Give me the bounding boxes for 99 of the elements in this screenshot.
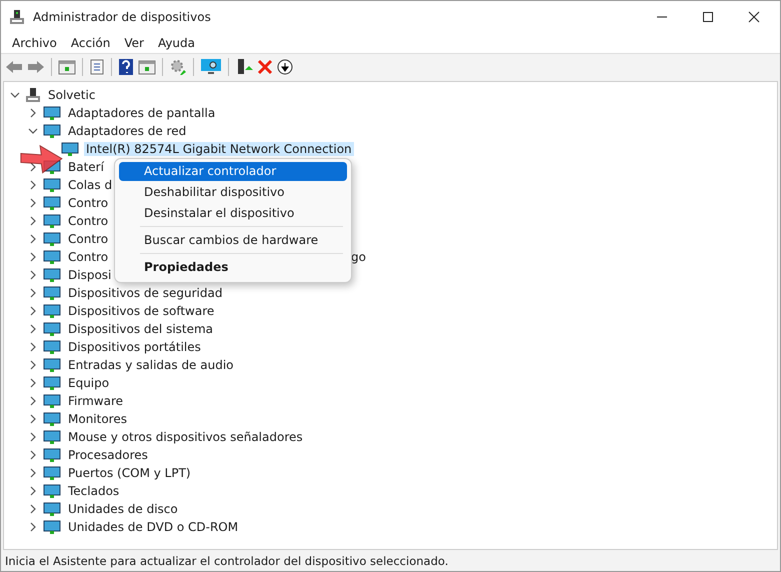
expander-icon[interactable] [28, 396, 38, 406]
device-icon [43, 375, 61, 391]
computer-icon [25, 87, 41, 103]
expander-icon[interactable] [28, 360, 38, 370]
expander-icon[interactable] [28, 432, 38, 442]
expander-icon[interactable] [28, 216, 38, 226]
expander-icon[interactable] [28, 180, 38, 190]
download-icon[interactable] [277, 59, 293, 75]
tree-item[interactable]: Monitores [66, 412, 129, 426]
expander-icon[interactable] [28, 234, 38, 244]
expander-icon[interactable] [28, 198, 38, 208]
device-icon [43, 393, 61, 409]
device-icon [43, 303, 61, 319]
device-icon [43, 213, 61, 229]
tree-item[interactable]: Entradas y salidas de audio [66, 358, 236, 372]
tree-item[interactable]: Dispositivos del sistema [66, 322, 216, 336]
device-icon [43, 123, 61, 139]
context-menu-item[interactable]: Desinstalar el dispositivo [119, 204, 347, 223]
forward-arrow-icon[interactable] [27, 59, 45, 75]
close-icon[interactable] [748, 11, 760, 23]
window-pane-icon[interactable] [138, 59, 156, 75]
menu-item[interactable]: Ayuda [150, 36, 202, 50]
device-icon [43, 411, 61, 427]
tree-item[interactable]: Dispositivos portátiles [66, 340, 203, 354]
device-icon [43, 465, 61, 481]
context-menu-item[interactable]: Propiedades [119, 258, 347, 277]
monitor-search-icon[interactable] [200, 58, 222, 76]
device-add-icon[interactable] [235, 58, 253, 76]
expander-icon[interactable] [28, 108, 38, 118]
tree-item[interactable]: Firmware [66, 394, 125, 408]
tree-item[interactable]: Unidades de DVD o CD-ROM [66, 520, 240, 534]
window-title: Administrador de dispositivos [33, 10, 211, 24]
device-icon [43, 339, 61, 355]
tree-item[interactable]: Procesadores [66, 448, 150, 462]
expander-icon[interactable] [28, 504, 38, 514]
expander-icon[interactable] [28, 450, 38, 460]
device-icon [43, 195, 61, 211]
gear-icon[interactable] [169, 58, 187, 76]
device-icon [43, 447, 61, 463]
expander-icon[interactable] [28, 162, 38, 172]
expander-icon[interactable] [28, 342, 38, 352]
tree-item[interactable]: Solvetic [46, 88, 98, 102]
menu-item[interactable]: Ver [117, 36, 151, 50]
tree-item[interactable]: Contro [66, 250, 110, 264]
context-menu-item[interactable]: Deshabilitar dispositivo [119, 183, 347, 202]
tree-item[interactable]: Adaptadores de pantalla [66, 106, 218, 120]
device-icon [43, 429, 61, 445]
device-icon [43, 177, 61, 193]
device-icon [43, 501, 61, 517]
context-menu-item[interactable]: Actualizar controlador [119, 162, 347, 181]
device-icon [43, 519, 61, 535]
back-arrow-icon[interactable] [5, 59, 23, 75]
tree-item[interactable]: Disposi [66, 268, 114, 282]
expander-icon[interactable] [10, 90, 20, 100]
tree-item-fragment: go [351, 250, 366, 264]
maximize-icon[interactable] [702, 11, 714, 23]
expander-icon[interactable] [28, 288, 38, 298]
expander-icon[interactable] [28, 378, 38, 388]
app-icon [9, 9, 25, 25]
remove-icon[interactable] [257, 59, 273, 75]
tree-item[interactable]: Contro [66, 214, 110, 228]
expander-icon[interactable] [28, 306, 38, 316]
tree-item[interactable]: Contro [66, 232, 110, 246]
device-icon [43, 105, 61, 121]
status-text: Inicia el Asistente para actualizar el controlador del dispositivo seleccionado. [5, 554, 448, 568]
device-icon [43, 483, 61, 499]
tree-item[interactable]: Contro [66, 196, 110, 210]
device-icon [43, 357, 61, 373]
tree-item[interactable]: Teclados [66, 484, 122, 498]
device-icon [43, 249, 61, 265]
device-icon [43, 231, 61, 247]
device-icon [43, 267, 61, 283]
expander-icon[interactable] [28, 324, 38, 334]
tree-item[interactable]: Dispositivos de software [66, 304, 216, 318]
device-icon [43, 285, 61, 301]
expander-icon[interactable] [28, 252, 38, 262]
expander-icon[interactable] [28, 270, 38, 280]
tree-item[interactable]: Intel(R) 82574L Gigabit Network Connection [84, 142, 354, 156]
help-icon[interactable] [118, 58, 134, 76]
tree-item[interactable]: Unidades de disco [66, 502, 180, 516]
tree-item[interactable]: Adaptadores de red [66, 124, 188, 138]
expander-icon[interactable] [28, 522, 38, 532]
tree-item[interactable]: Dispositivos de seguridad [66, 286, 224, 300]
expander-icon[interactable] [28, 468, 38, 478]
expander-icon[interactable] [28, 414, 38, 424]
device-icon [43, 321, 61, 337]
document-icon[interactable] [89, 59, 105, 75]
menu-item[interactable]: Archivo [5, 36, 64, 50]
window-pane-icon[interactable] [58, 59, 76, 75]
tree-item[interactable]: Baterí [66, 160, 106, 174]
tree-item[interactable]: Puertos (COM y LPT) [66, 466, 193, 480]
menu-item[interactable]: Acción [64, 36, 118, 50]
expander-icon[interactable] [28, 126, 38, 136]
tree-item[interactable]: Colas d [66, 178, 114, 192]
device-icon [61, 141, 79, 157]
tree-item[interactable]: Equipo [66, 376, 112, 390]
tree-item[interactable]: Mouse y otros dispositivos señaladores [66, 430, 305, 444]
context-menu-item[interactable]: Buscar cambios de hardware [119, 231, 347, 250]
expander-icon[interactable] [28, 486, 38, 496]
